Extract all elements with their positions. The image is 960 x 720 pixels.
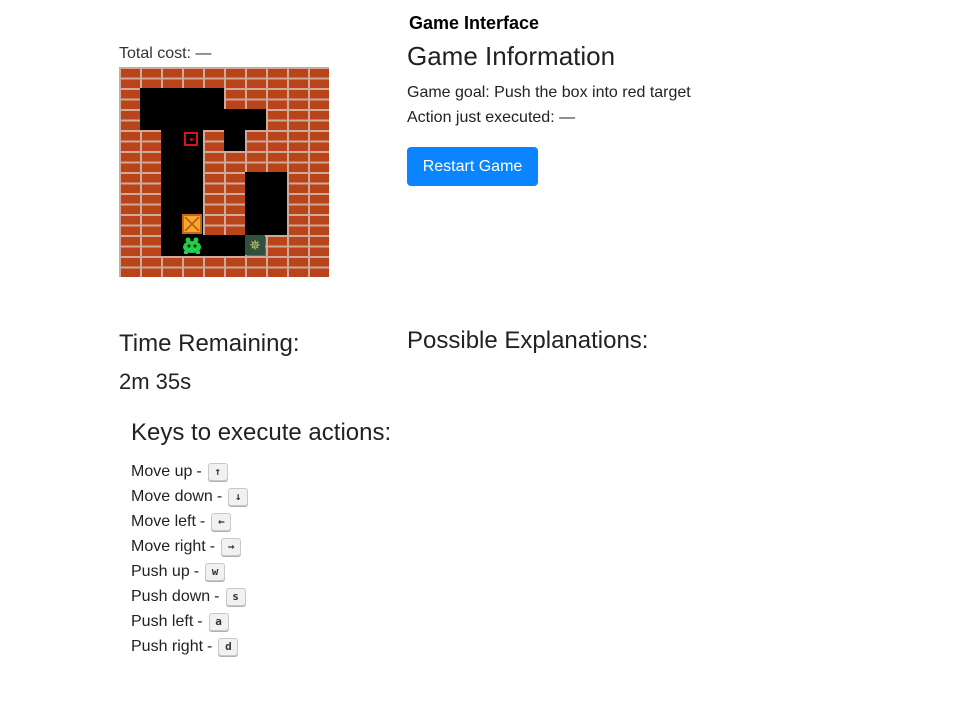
key-row-move-up: Move up - ↑ xyxy=(131,459,248,484)
floor-region xyxy=(140,88,224,130)
last-action-value: — xyxy=(559,109,576,126)
possible-explanations-heading: Possible Explanations: xyxy=(407,327,649,354)
key-row-push-down: Push down - s xyxy=(131,584,248,609)
player-icon xyxy=(181,236,203,254)
key-row-move-right: Move right - → xyxy=(131,534,248,559)
key-action-label: Push up xyxy=(131,562,190,580)
unknown-tile-icon: ✵ xyxy=(245,235,265,255)
key-action-label: Move down xyxy=(131,487,213,505)
total-cost: Total cost: — xyxy=(119,45,211,63)
down-arrow-key-icon: ↓ xyxy=(228,487,249,506)
total-cost-value: — xyxy=(195,45,212,62)
keys-list: Move up - ↑ Move down - ↓ Move left - ← Move r… xyxy=(131,459,249,659)
last-action: Action just executed: — xyxy=(407,109,575,127)
page-title: Game Interface xyxy=(408,13,540,33)
floor-region xyxy=(224,109,266,130)
key-action-label: Move up xyxy=(131,462,193,480)
d-key-icon: d xyxy=(218,637,239,656)
key-action-label: Move right xyxy=(131,537,206,555)
restart-game-button[interactable]: Restart Game xyxy=(407,147,538,186)
w-key-icon: w xyxy=(205,562,226,581)
key-row-move-down: Move down - ↓ xyxy=(131,484,249,509)
key-row-push-right: Push right - d xyxy=(131,634,248,659)
key-row-push-up: Push up - w xyxy=(131,559,248,584)
key-action-label: Move left xyxy=(131,512,196,530)
key-action-label: Push down xyxy=(131,587,211,605)
time-remaining-value: 2m 35s xyxy=(119,369,192,394)
target-icon xyxy=(184,132,198,146)
key-action-label: Push right xyxy=(131,637,204,655)
s-key-icon: s xyxy=(225,587,246,606)
game-board: ✵ xyxy=(119,67,329,277)
right-arrow-key-icon: → xyxy=(221,537,242,556)
left-arrow-key-icon: ← xyxy=(211,512,232,531)
up-arrow-key-icon: ↑ xyxy=(207,462,228,481)
last-action-label: Action just executed: xyxy=(407,109,555,126)
a-key-icon: a xyxy=(208,612,229,631)
key-row-move-left: Move left - ← xyxy=(131,509,248,534)
box-icon xyxy=(182,214,202,234)
keys-heading: Keys to execute actions: xyxy=(131,419,392,446)
game-information-heading: Game Information xyxy=(407,41,616,71)
game-goal: Game goal: Push the box into red target xyxy=(407,84,691,102)
game-goal-value: Push the box into red target xyxy=(494,84,691,101)
key-row-push-left: Push left - a xyxy=(131,609,248,634)
floor-region xyxy=(203,235,245,256)
floor-region xyxy=(245,172,287,235)
total-cost-label: Total cost: xyxy=(119,45,192,62)
game-goal-label: Game goal: xyxy=(407,84,490,101)
time-remaining-label: Time Remaining: xyxy=(119,330,300,357)
floor-region xyxy=(224,130,245,151)
key-action-label: Push left xyxy=(131,612,194,630)
